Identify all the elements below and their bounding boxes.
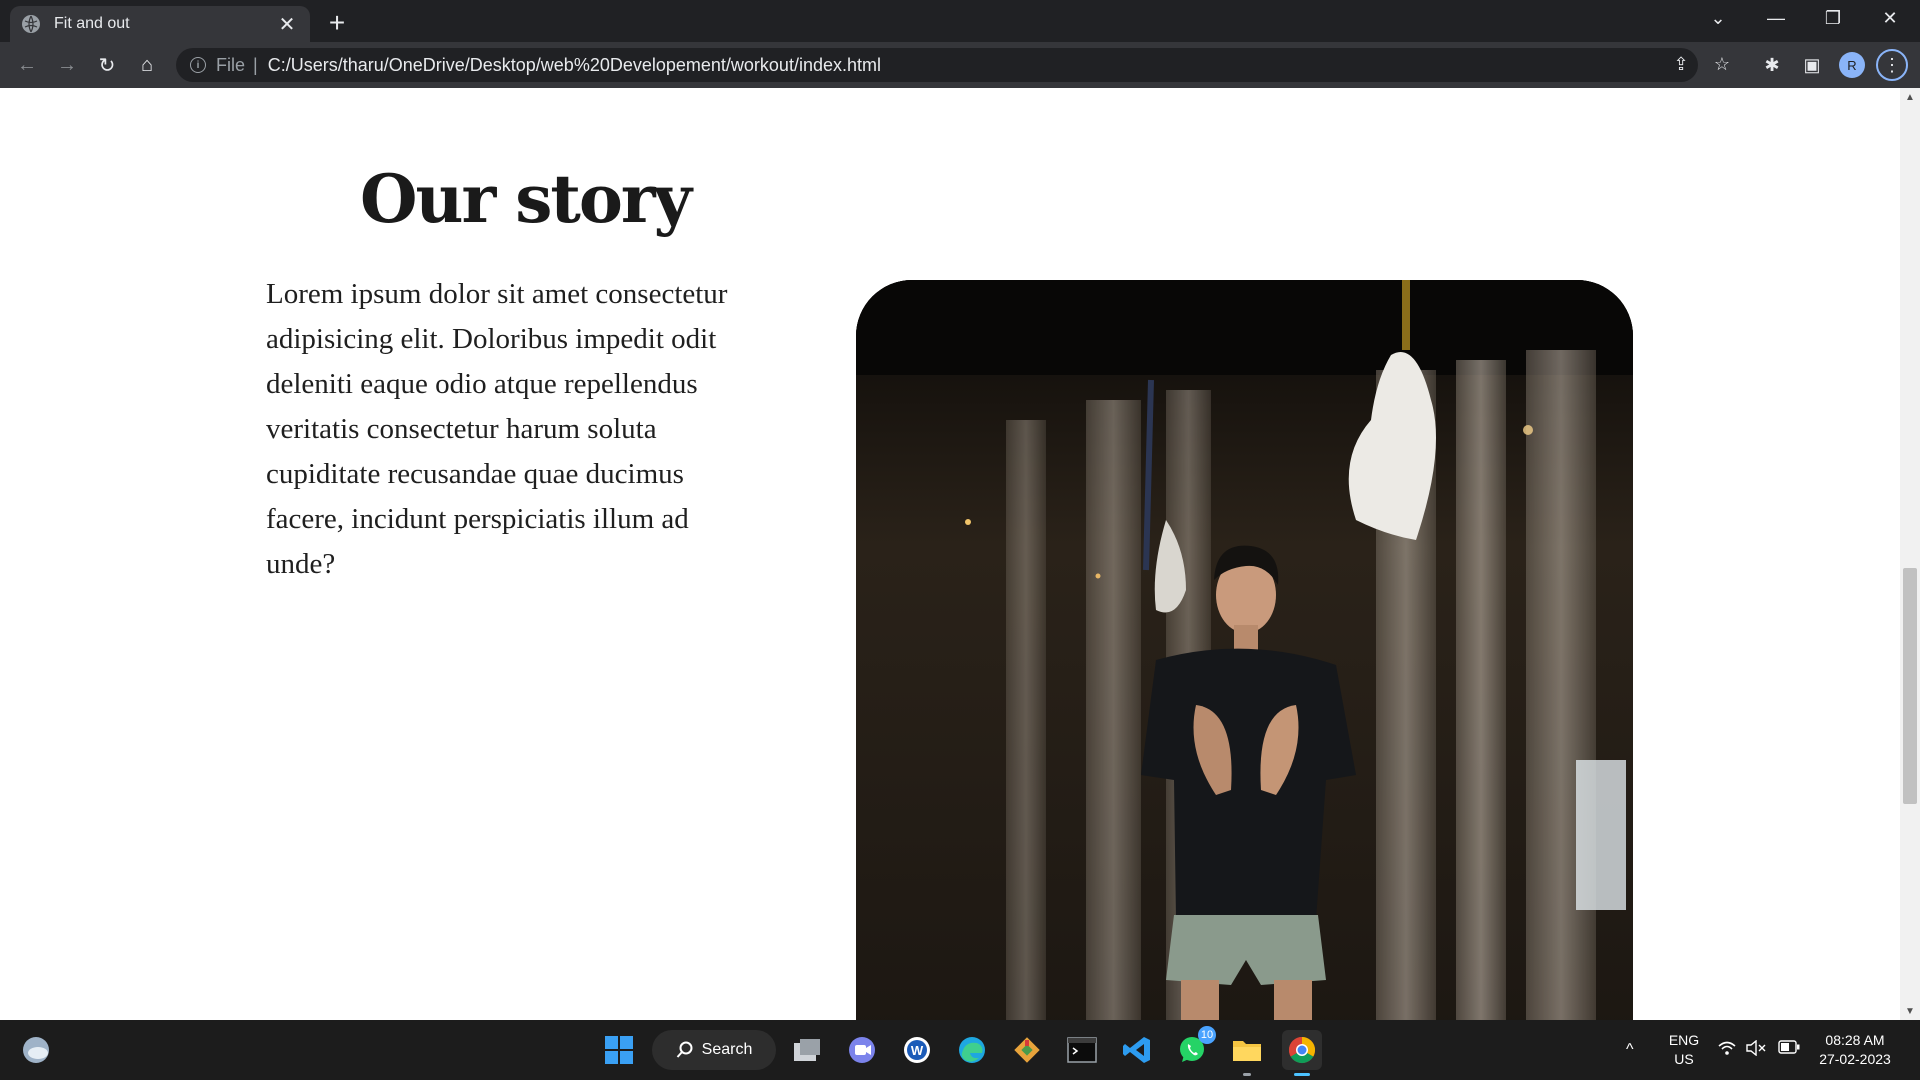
chrome-taskbar-icon[interactable] xyxy=(1282,1030,1322,1076)
file-explorer-icon[interactable] xyxy=(1227,1030,1267,1076)
back-button[interactable]: ← xyxy=(11,50,43,80)
git-app-icon[interactable] xyxy=(1007,1030,1047,1070)
restore-button[interactable]: ❐ xyxy=(1805,0,1861,36)
scrollbar-thumb[interactable] xyxy=(1903,568,1917,804)
chrome-menu-button[interactable]: ⋮ xyxy=(1876,49,1908,81)
volume-muted-icon[interactable] xyxy=(1746,1039,1766,1061)
site-info-icon[interactable]: i xyxy=(190,57,206,73)
page-title: Our story xyxy=(360,160,692,238)
tray-overflow-chevron-icon[interactable]: ^ xyxy=(1626,1040,1634,1059)
svg-text:W: W xyxy=(911,1043,924,1058)
avatar: R xyxy=(1839,52,1865,78)
clock-time: 08:28 AM xyxy=(1825,1032,1885,1048)
scroll-up-arrow-icon[interactable]: ▲ xyxy=(1900,88,1920,106)
search-icon xyxy=(676,1041,693,1058)
windows-start-icon[interactable] xyxy=(599,1030,639,1070)
edge-browser-icon[interactable] xyxy=(952,1030,992,1070)
forward-button[interactable]: → xyxy=(51,50,83,80)
tab-search-button[interactable]: ⌄ xyxy=(1690,0,1746,36)
address-separator: | xyxy=(253,54,258,75)
search-label: Search xyxy=(701,1041,753,1058)
notification-badge: 10 xyxy=(1198,1026,1216,1044)
battery-icon[interactable] xyxy=(1778,1040,1800,1059)
window-close-button[interactable]: ✕ xyxy=(1862,0,1918,36)
active-app-indicator xyxy=(1294,1073,1310,1076)
home-button[interactable]: ⌂ xyxy=(131,50,163,80)
clock-date: 27-02-2023 xyxy=(1819,1051,1891,1067)
page-scrollbar[interactable]: ▲ ▼ xyxy=(1900,88,1920,1020)
running-indicator xyxy=(1243,1073,1251,1076)
taskbar-search-button[interactable]: Search xyxy=(652,1030,776,1070)
language-code: ENG xyxy=(1668,1032,1700,1048)
tab-close-icon[interactable]: ✕ xyxy=(276,12,298,37)
meditation-photo xyxy=(856,280,1633,1020)
globe-icon xyxy=(22,15,40,33)
tab-fit-and-out[interactable]: Fit and out ✕ xyxy=(10,6,310,42)
story-paragraph: Lorem ipsum dolor sit amet consectetur a… xyxy=(266,278,728,580)
vscode-icon[interactable] xyxy=(1117,1030,1157,1070)
browser-toolbar: ← → ↻ ⌂ i File | C:/Users/tharu/OneDrive… xyxy=(0,42,1920,88)
tab-title: Fit and out xyxy=(54,15,130,32)
reload-button[interactable]: ↻ xyxy=(91,50,123,80)
extensions-icon[interactable]: ✱ xyxy=(1756,49,1788,81)
profile-button[interactable]: R xyxy=(1836,49,1868,81)
language-indicator[interactable]: ENG US xyxy=(1664,1031,1704,1069)
terminal-icon[interactable] xyxy=(1062,1030,1102,1070)
region-code: US xyxy=(1674,1051,1694,1067)
whatsapp-icon[interactable]: 10 xyxy=(1172,1026,1216,1070)
share-icon[interactable]: ⇪ xyxy=(1666,49,1696,79)
scroll-down-arrow-icon[interactable]: ▼ xyxy=(1900,1002,1920,1020)
new-tab-button[interactable]: + xyxy=(322,7,352,39)
task-view-icon[interactable] xyxy=(787,1030,827,1070)
url-text[interactable]: C:/Users/tharu/OneDrive/Desktop/web%20De… xyxy=(268,55,881,76)
minimize-button[interactable]: — xyxy=(1748,0,1804,36)
word-app-icon[interactable]: W xyxy=(897,1030,937,1070)
clock[interactable]: 08:28 AM 27-02-2023 xyxy=(1810,1031,1900,1069)
weather-icon[interactable] xyxy=(16,1030,56,1070)
windows-taskbar: Search W 10 ^ ENG US 08:28 AM 27-02-2023 xyxy=(0,1020,1920,1080)
side-panel-icon[interactable]: ▣ xyxy=(1796,49,1828,81)
address-bar[interactable]: i File | C:/Users/tharu/OneDrive/Desktop… xyxy=(176,48,1698,82)
wifi-icon[interactable] xyxy=(1718,1040,1736,1061)
scheme-chip[interactable]: File xyxy=(216,55,245,76)
browser-tab-strip: Fit and out ✕ + ⌄ — ❐ ✕ xyxy=(0,0,1920,42)
page-viewport: Our story Lorem ipsum dolor sit amet con… xyxy=(0,88,1900,1020)
bookmark-star-icon[interactable]: ☆ xyxy=(1707,49,1737,79)
teams-chat-icon[interactable] xyxy=(842,1030,882,1070)
